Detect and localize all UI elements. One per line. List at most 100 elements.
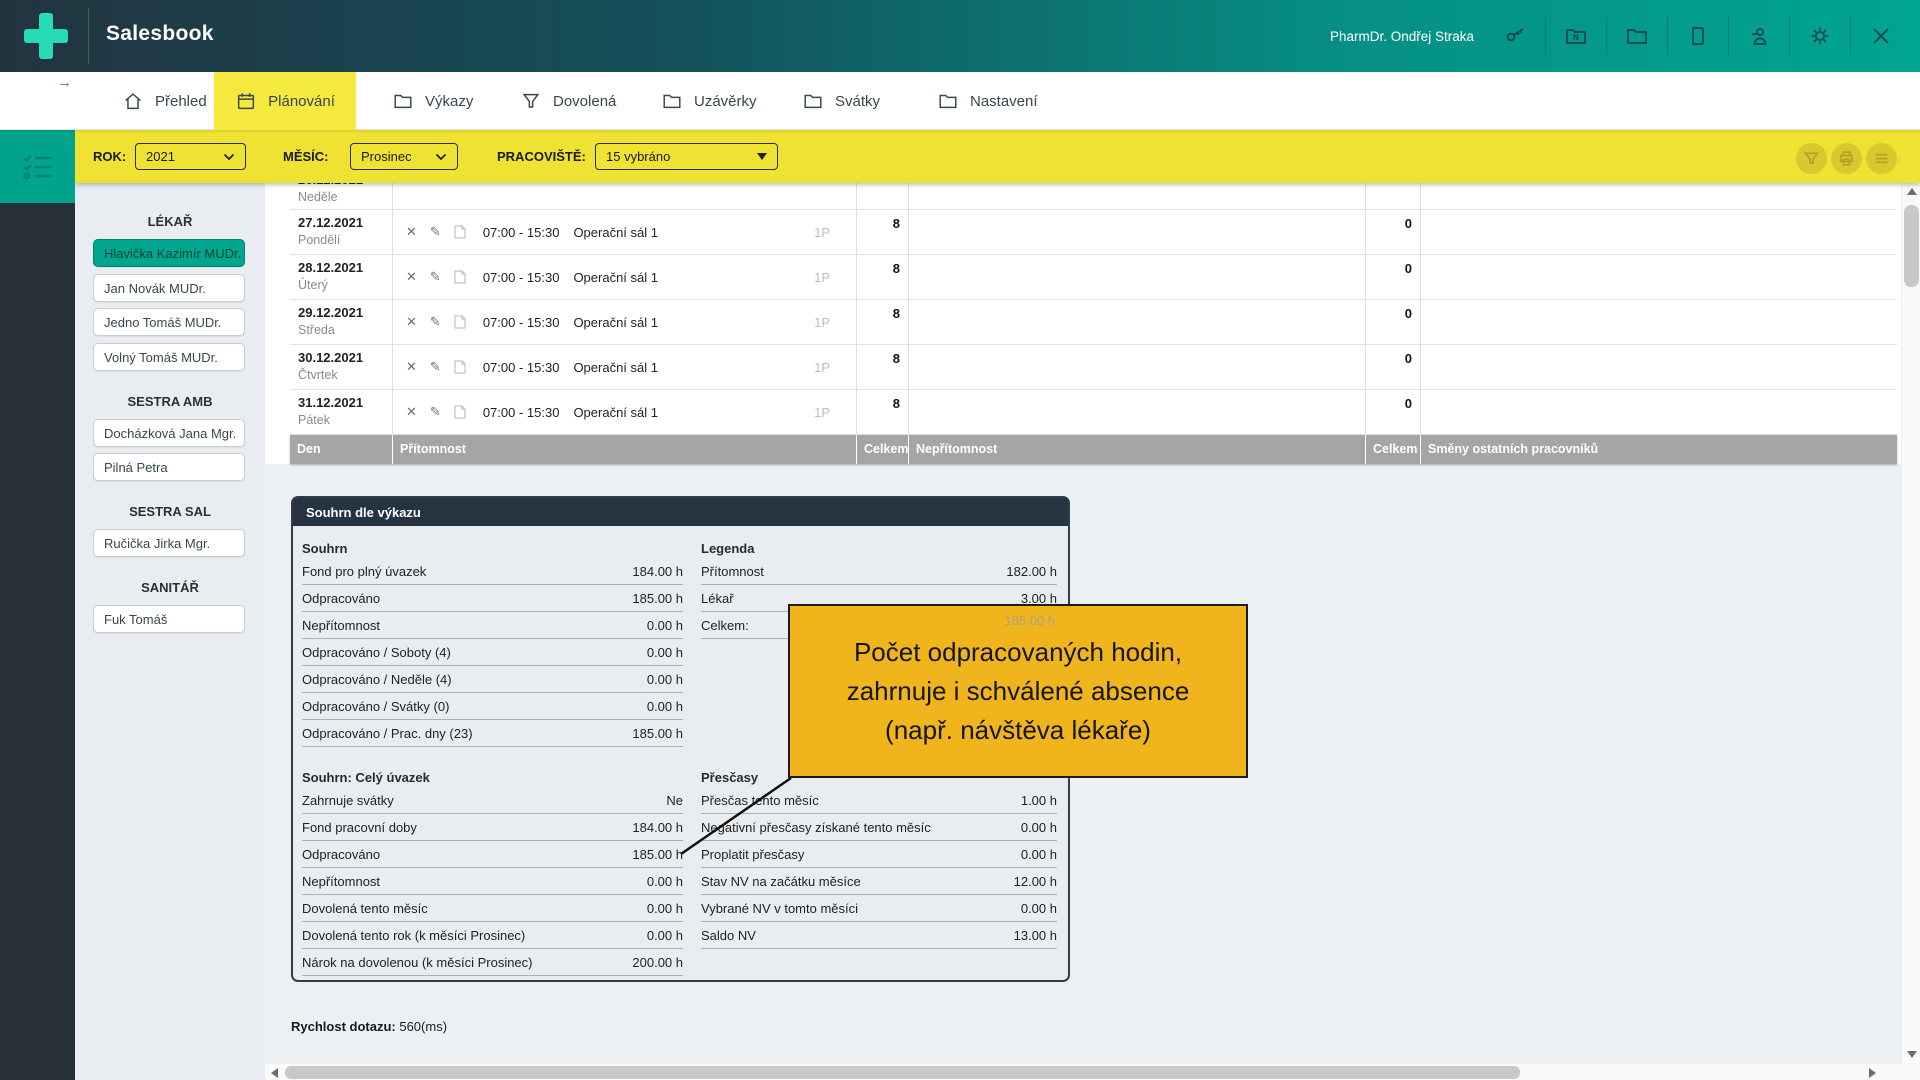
scroll-up-arrow-icon[interactable]	[1907, 188, 1917, 195]
left-rail	[0, 203, 75, 1080]
print-button[interactable]	[1831, 143, 1862, 174]
group-title-sanitar: SANITÁŘ	[75, 580, 265, 595]
row-value: 0.00 h	[647, 901, 683, 916]
delete-shift-icon[interactable]: ✕	[406, 314, 417, 330]
summary-row: Odpracováno185.00 h	[302, 841, 683, 868]
tab-planovani[interactable]: Plánování	[214, 72, 356, 130]
filter-funnel-button[interactable]	[1796, 143, 1827, 174]
staff-name: Hlavička Kazimír MUDr.	[104, 246, 241, 261]
horizontal-scroll-thumb[interactable]	[285, 1066, 1520, 1079]
row-label: Fond pro plný úvazek	[302, 564, 426, 579]
app-header: Salesbook PharmDr. Ondřej Straka N	[0, 0, 1920, 72]
staff-item[interactable]: Pilná Petra	[93, 453, 245, 481]
query-speed-status: Rychlost dotazu: 560(ms)	[291, 1019, 447, 1034]
pracoviste-select[interactable]: 15 vybráno	[595, 143, 778, 170]
row-date: 30.12.2021	[298, 350, 392, 365]
dropdown-triangle-icon	[757, 153, 767, 160]
shift-note-icon[interactable]	[454, 225, 466, 239]
mesic-select[interactable]: Prosinec	[350, 143, 458, 170]
staff-item[interactable]: Jan Novák MUDr.	[93, 274, 245, 302]
svg-text:N: N	[1573, 33, 1579, 42]
edit-shift-icon[interactable]: ✎	[430, 224, 441, 240]
worklist-toggle-button[interactable]	[0, 130, 75, 203]
summary-row: Dovolená tento měsíc0.00 h	[302, 895, 683, 922]
folder-icon	[392, 90, 414, 112]
row-label: Nepřítomnost	[302, 874, 380, 889]
delete-shift-icon[interactable]: ✕	[406, 269, 417, 285]
staff-item[interactable]: Volný Tomáš MUDr.	[93, 343, 245, 371]
scroll-left-arrow-icon[interactable]	[271, 1068, 278, 1078]
shift-tag: 1P	[814, 315, 830, 330]
hours-total: 8	[857, 345, 909, 389]
edit-shift-icon[interactable]: ✎	[430, 404, 441, 420]
edit-shift-icon[interactable]: ✎	[430, 314, 441, 330]
shift-place: Operační sál 1	[573, 405, 658, 420]
settings-gear-icon[interactable]	[1807, 23, 1833, 49]
edit-shift-icon[interactable]: ✎	[430, 269, 441, 285]
section-title-legenda: Legenda	[701, 536, 1057, 558]
vertical-scroll-thumb[interactable]	[1904, 205, 1919, 287]
scroll-right-arrow-icon[interactable]	[1869, 1068, 1876, 1078]
shift-note-icon[interactable]	[454, 270, 466, 284]
edit-shift-icon[interactable]: ✎	[430, 359, 441, 375]
folder-note-icon[interactable]: N	[1563, 23, 1589, 49]
footer-col-den: Den	[290, 435, 393, 464]
staff-sidebar: LÉKAŘ Hlavička Kazimír MUDr. Jan Novák M…	[75, 183, 265, 1080]
menu-button[interactable]	[1866, 143, 1897, 174]
shift-note-icon[interactable]	[454, 315, 466, 329]
arrow-right-icon[interactable]: →	[57, 74, 72, 91]
row-label: Odpracováno	[302, 847, 380, 862]
row-value: 0.00 h	[647, 699, 683, 714]
row-value: 12.00 h	[1014, 874, 1057, 889]
shift-place: Operační sál 1	[573, 270, 658, 285]
row-value: 0.00 h	[647, 672, 683, 687]
other-shifts-cell	[1421, 390, 1897, 434]
user-name: PharmDr. Ondřej Straka	[1330, 29, 1474, 44]
staff-item[interactable]: Docházková Jana Mgr.	[93, 419, 245, 447]
shift-tag: 1P	[814, 270, 830, 285]
row-label: Vybrané NV v tomto měsíci	[701, 901, 858, 916]
folder-icon[interactable]	[1624, 23, 1650, 49]
horizontal-scrollbar[interactable]	[265, 1063, 1901, 1080]
delete-shift-icon[interactable]: ✕	[406, 224, 417, 240]
summary-row: Odpracováno / Neděle (4)0.00 h	[302, 666, 683, 693]
staff-item[interactable]: Jedno Tomáš MUDr.	[93, 308, 245, 336]
staff-item[interactable]: Fuk Tomáš	[93, 605, 245, 633]
header-separator	[1667, 17, 1668, 55]
vertical-scrollbar[interactable]	[1901, 183, 1920, 1063]
table-row: 29.12.2021 Středa ✕ ✎ 07:00 - 15:30 Oper…	[290, 300, 1897, 345]
tab-label: Nastavení	[970, 93, 1038, 110]
shift-note-icon[interactable]	[454, 360, 466, 374]
tab-vykazy[interactable]: Výkazy	[392, 72, 473, 130]
delete-shift-icon[interactable]: ✕	[406, 404, 417, 420]
summary-row: Fond pro plný úvazek184.00 h	[302, 558, 683, 585]
header-separator	[1728, 17, 1729, 55]
row-value: 200.00 h	[632, 955, 683, 970]
tab-dovolena[interactable]: Dovolená	[520, 72, 616, 130]
footer-col-smeny: Směny ostatních pracovníků	[1421, 435, 1897, 464]
row-value: 185.00 h	[632, 591, 683, 606]
shift-note-icon[interactable]	[454, 405, 466, 419]
tab-nastaveni[interactable]: Nastavení	[937, 72, 1038, 130]
delete-shift-icon[interactable]: ✕	[406, 359, 417, 375]
table-row: 28.12.2021 Úterý ✕ ✎ 07:00 - 15:30 Opera…	[290, 255, 1897, 300]
staff-item[interactable]: Hlavička Kazimír MUDr.	[93, 239, 245, 267]
shift-time: 07:00 - 15:30	[483, 405, 560, 420]
tab-svatky[interactable]: Svátky	[802, 72, 880, 130]
row-value: 0.00 h	[1021, 847, 1057, 862]
staff-item[interactable]: Ručička Jirka Mgr.	[93, 529, 245, 557]
tablet-icon[interactable]	[1685, 23, 1711, 49]
tab-prehled[interactable]: Přehled	[122, 72, 207, 130]
key-icon[interactable]	[1502, 23, 1528, 49]
tab-uzaverky[interactable]: Uzávěrky	[661, 72, 757, 130]
staff-name: Pilná Petra	[104, 460, 168, 475]
scroll-down-arrow-icon[interactable]	[1907, 1051, 1917, 1058]
summary-row: Odpracováno / Soboty (4)0.00 h	[302, 639, 683, 666]
shift-tag: 1P	[814, 225, 830, 240]
row-date: 27.12.2021	[298, 215, 392, 230]
close-icon[interactable]	[1868, 23, 1894, 49]
row-date: 31.12.2021	[298, 395, 392, 410]
users-icon[interactable]	[1746, 23, 1772, 49]
group-title-lekar: LÉKAŘ	[75, 214, 265, 229]
rok-select[interactable]: 2021	[135, 143, 246, 170]
